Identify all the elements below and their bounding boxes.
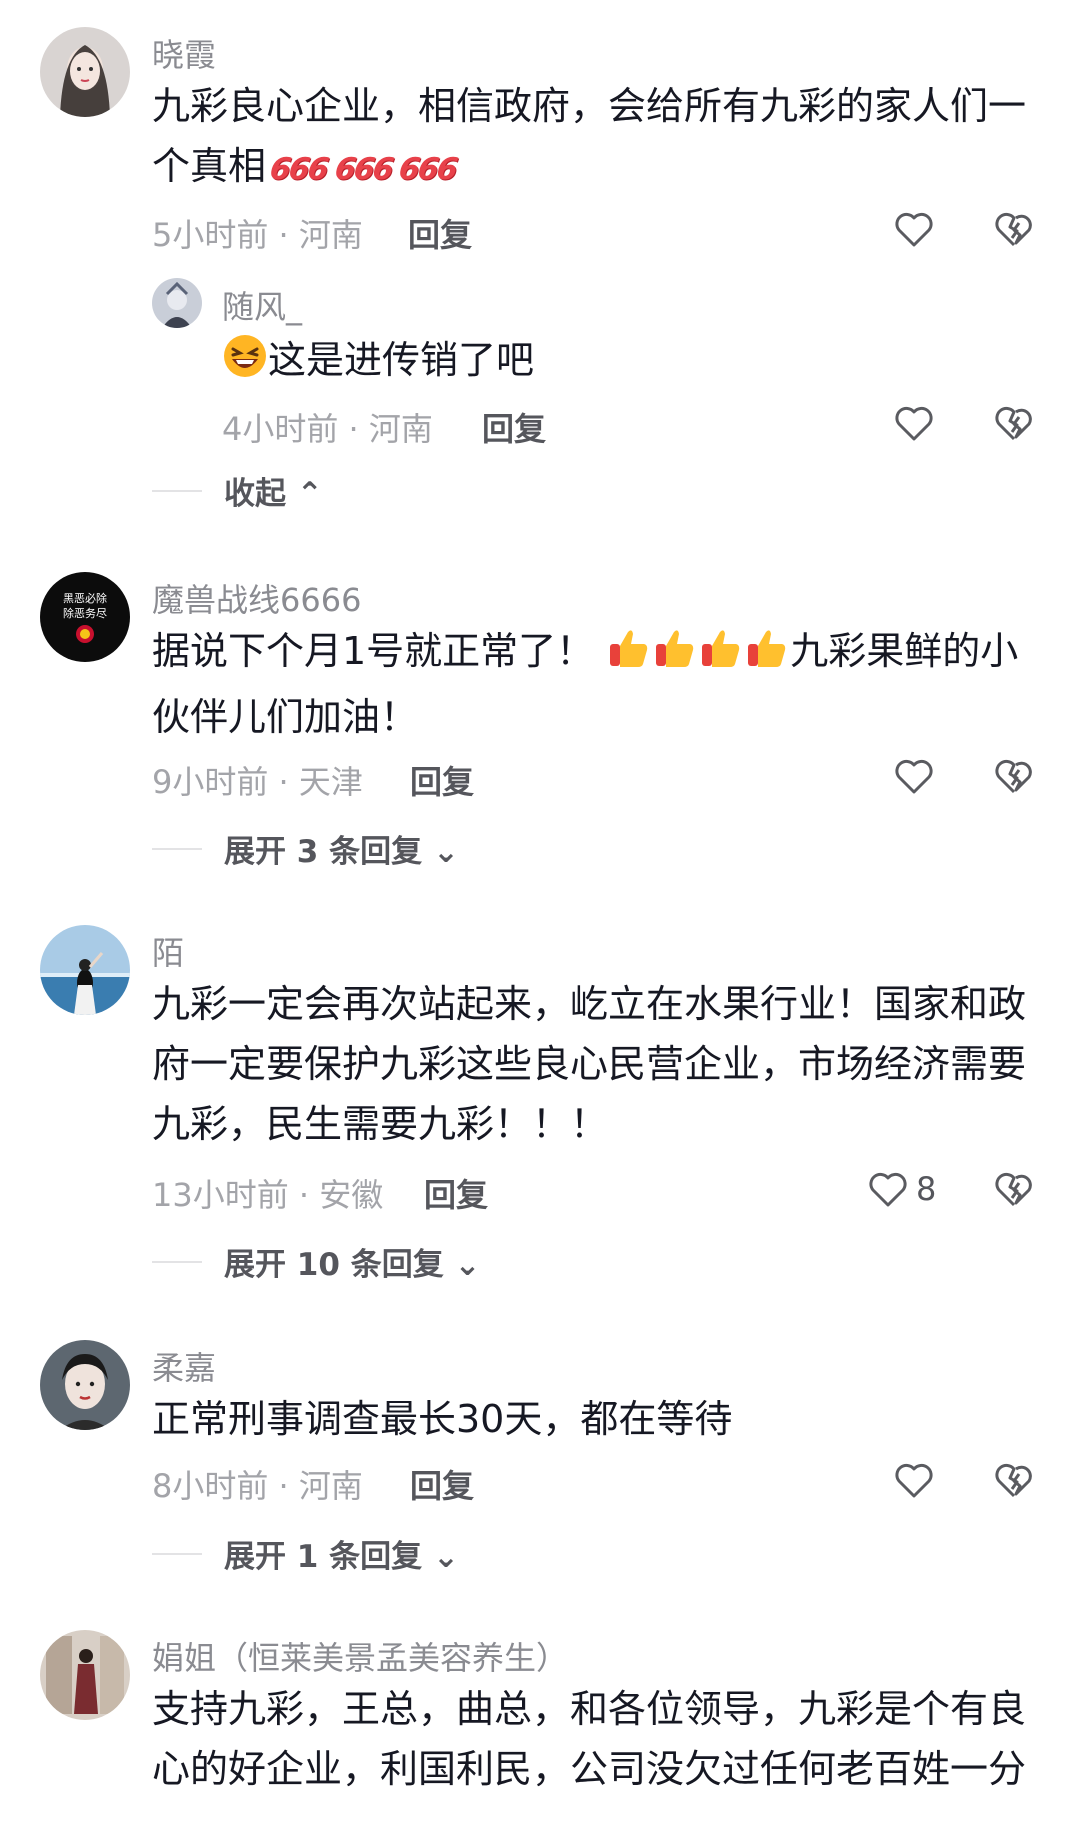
avatar[interactable] bbox=[40, 1630, 130, 1720]
broken-heart-icon[interactable] bbox=[992, 754, 1036, 798]
comment-text: 据说下个月1号就正常了！ 九彩果鲜的小伙伴儿们加油！ bbox=[152, 621, 1032, 747]
thumbs-up-icon bbox=[698, 624, 744, 687]
heart-outline-icon[interactable] bbox=[892, 207, 936, 251]
thumbs-up-icon bbox=[652, 624, 698, 687]
comment-username[interactable]: 晓霞 bbox=[152, 30, 216, 76]
heart-outline-icon[interactable] bbox=[866, 1167, 910, 1211]
666-badge-icon: 666 bbox=[396, 152, 459, 187]
expand-replies-button[interactable]: 展开 1 条回复 ⌄ bbox=[152, 1531, 472, 1575]
comment-username[interactable]: 柔嘉 bbox=[152, 1343, 216, 1389]
reply-button[interactable]: 回复 bbox=[410, 757, 474, 803]
comment-username[interactable]: 魔兽战线6666 bbox=[152, 575, 361, 621]
comment-meta: 9小时前 · 天津 bbox=[152, 763, 363, 801]
heart-outline-icon[interactable] bbox=[892, 754, 936, 798]
divider bbox=[152, 490, 202, 492]
avatar[interactable]: 黑恶必除 除恶务尽 bbox=[40, 572, 130, 662]
reply-username[interactable]: 随风_ bbox=[222, 282, 302, 328]
avatar[interactable] bbox=[40, 1340, 130, 1430]
comment-text: 支持九彩，王总，曲总，和各位领导，九彩是个有良心的好企业，利国利民，公司没欠过任… bbox=[152, 1687, 1027, 1791]
666-badge-icon: 666 bbox=[267, 152, 330, 187]
svg-text:黑恶必除: 黑恶必除 bbox=[63, 591, 107, 605]
svg-text:除恶务尽: 除恶务尽 bbox=[63, 606, 107, 620]
comment-text: 九彩良心企业，相信政府，会给所有九彩的家人们一个真相666 666 666 bbox=[152, 76, 1032, 200]
like-count: 8 bbox=[916, 1170, 937, 1208]
666-badge-icon: 666 bbox=[332, 152, 394, 187]
broken-heart-icon[interactable] bbox=[992, 401, 1036, 445]
expand-replies-button[interactable]: 展开 10 条回复 ⌄ bbox=[152, 1239, 492, 1283]
reply-text: 这是进传销了吧 bbox=[222, 330, 1022, 396]
reply-button[interactable]: 回复 bbox=[424, 1170, 488, 1216]
avatar[interactable] bbox=[40, 925, 130, 1015]
heart-outline-icon[interactable] bbox=[892, 1458, 936, 1502]
broken-heart-icon[interactable] bbox=[992, 207, 1036, 251]
thumbs-up-icon bbox=[744, 624, 790, 687]
comment-username[interactable]: 陌 bbox=[152, 928, 184, 974]
broken-heart-icon[interactable] bbox=[992, 1167, 1036, 1211]
expand-replies-button[interactable]: 展开 3 条回复 ⌄ bbox=[152, 826, 472, 870]
reply-meta: 4小时前 · 河南 bbox=[222, 410, 433, 448]
chevron-down-icon: ⌄ bbox=[432, 1539, 459, 1575]
chevron-down-icon: ⌄ bbox=[454, 1247, 481, 1283]
thumbs-up-icon bbox=[606, 624, 652, 687]
chevron-up-icon: ⌃ bbox=[296, 476, 323, 512]
avatar[interactable] bbox=[40, 27, 130, 117]
reply-button[interactable]: 回复 bbox=[408, 210, 472, 256]
divider bbox=[152, 1553, 202, 1555]
reply-button[interactable]: 回复 bbox=[482, 404, 546, 450]
avatar[interactable] bbox=[152, 278, 202, 328]
reply-button[interactable]: 回复 bbox=[410, 1461, 474, 1507]
laughing-face-icon bbox=[222, 333, 268, 396]
comment-username[interactable]: 娟姐（恒莱美景孟美容养生） bbox=[152, 1633, 568, 1679]
comment-meta: 13小时前 · 安徽 bbox=[152, 1176, 384, 1214]
comment-meta: 8小时前 · 河南 bbox=[152, 1467, 363, 1505]
collapse-replies-button[interactable]: 收起 ⌃ bbox=[152, 468, 352, 512]
broken-heart-icon[interactable] bbox=[992, 1458, 1036, 1502]
divider bbox=[152, 1261, 202, 1263]
comment-text: 九彩一定会再次站起来，屹立在水果行业！国家和政府一定要保护九彩这些良心民营企业，… bbox=[152, 982, 1027, 1146]
comment-text: 正常刑事调查最长30天，都在等待 bbox=[152, 1397, 733, 1441]
chevron-down-icon: ⌄ bbox=[432, 834, 459, 870]
heart-outline-icon[interactable] bbox=[892, 401, 936, 445]
comment-meta: 5小时前 · 河南 bbox=[152, 216, 363, 254]
divider bbox=[152, 848, 202, 850]
